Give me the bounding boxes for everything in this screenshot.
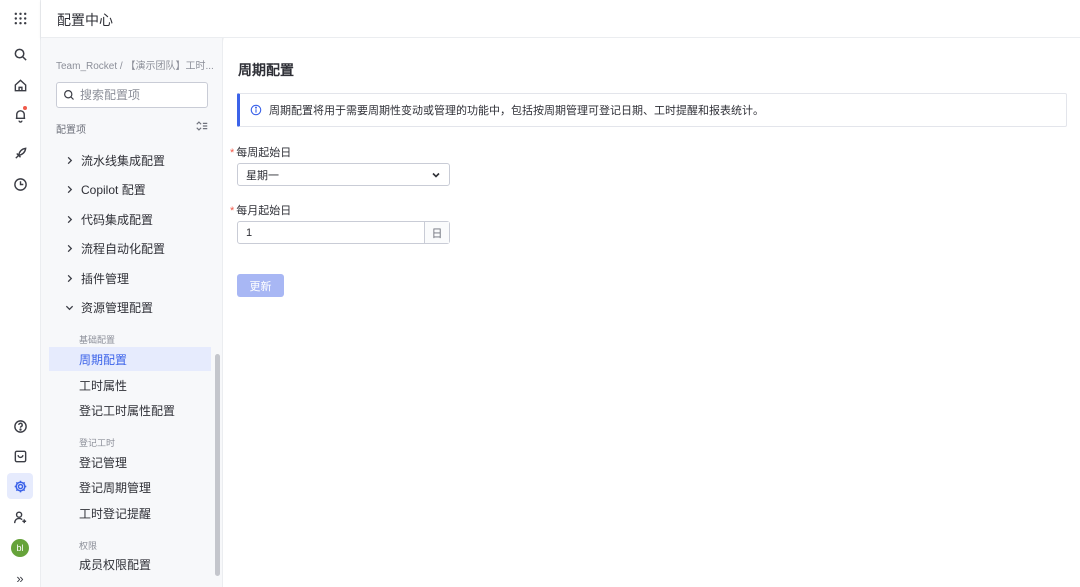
add-user-icon[interactable]: [7, 504, 33, 530]
sort-icon[interactable]: [195, 119, 209, 133]
chevron-right-icon: [65, 155, 75, 165]
app-title: 配置中心: [57, 12, 113, 28]
section-label: 配置项: [56, 125, 86, 136]
update-button[interactable]: 更新: [237, 274, 284, 297]
config-sidebar: Team_Rocket / 【演示团队】工时... 配置项 流水线集成配置 Co…: [41, 38, 223, 587]
sidebar-subitem-hour-attribute-config[interactable]: 登记工时属性配置: [49, 398, 211, 422]
sidebar-item-pipeline[interactable]: 流水线集成配置: [49, 147, 211, 173]
search-input[interactable]: [80, 88, 200, 102]
search-icon: [64, 90, 74, 100]
chevron-down-icon: [432, 172, 440, 178]
search-icon[interactable]: [7, 41, 33, 67]
help-icon[interactable]: [7, 413, 33, 439]
info-icon: [250, 104, 262, 116]
group-label-basic: 基础配置: [79, 335, 116, 345]
chevron-right-icon: [65, 273, 75, 283]
top-header: 配置中心: [41, 0, 1080, 38]
chevron-right-icon: [65, 214, 75, 224]
month-start-label: * 每月起始日: [230, 202, 291, 218]
week-start-label: * 每周起始日: [230, 144, 291, 160]
week-start-label-text: 每周起始日: [236, 147, 292, 159]
week-start-value: 星期一: [246, 169, 279, 182]
sidebar-item-label: 插件管理: [81, 271, 130, 286]
notification-dot: [23, 106, 27, 110]
sidebar-subitem-cycle[interactable]: 周期配置: [49, 347, 211, 371]
avatar-initials: bl: [11, 539, 29, 557]
sidebar-item-resources[interactable]: 资源管理配置: [49, 294, 211, 320]
page-title: 周期配置: [238, 62, 294, 78]
sidebar-item-label: 流水线集成配置: [81, 153, 166, 168]
group-label-permissions: 权限: [79, 541, 98, 551]
sidebar-subitem-register-cycle[interactable]: 登记周期管理: [49, 475, 211, 499]
expand-rail-icon[interactable]: »: [7, 565, 33, 587]
sidebar-item-plugins[interactable]: 插件管理: [49, 265, 211, 291]
clock-icon[interactable]: [7, 171, 33, 197]
sidebar-item-label: Copilot 配置: [81, 182, 146, 197]
sidebar-item-label: 代码集成配置: [81, 212, 154, 227]
month-start-value[interactable]: 1: [238, 222, 424, 243]
sidebar-subitem-register-reminder[interactable]: 工时登记提醒: [49, 501, 211, 525]
chevron-down-icon: [65, 302, 75, 312]
required-mark: *: [230, 205, 235, 217]
month-start-unit: 日: [424, 222, 449, 243]
search-box[interactable]: [56, 82, 208, 108]
info-banner: 周期配置将用于需要周期性变动或管理的功能中，包括按周期管理可登记日期、工时提醒和…: [237, 93, 1067, 127]
settings-icon[interactable]: [7, 473, 33, 499]
sidebar-subitem-register-manage[interactable]: 登记管理: [49, 450, 211, 474]
home-icon[interactable]: [7, 72, 33, 98]
icon-rail: bl »: [0, 0, 41, 587]
sidebar-item-label: 流程自动化配置: [81, 241, 166, 256]
week-start-select[interactable]: 星期一: [237, 163, 450, 186]
grid-icon[interactable]: [7, 5, 33, 31]
required-mark: *: [230, 147, 235, 159]
sidebar-item-automation[interactable]: 流程自动化配置: [49, 235, 211, 261]
user-avatar[interactable]: bl: [7, 535, 33, 561]
sidebar-subitem-hour-attributes[interactable]: 工时属性: [49, 373, 211, 397]
sidebar-item-label: 资源管理配置: [81, 300, 154, 315]
sidebar-item-copilot[interactable]: Copilot 配置: [49, 176, 211, 202]
group-label-register: 登记工时: [79, 438, 116, 448]
month-start-input[interactable]: 1 日: [237, 221, 450, 244]
info-text: 周期配置将用于需要周期性变动或管理的功能中，包括按周期管理可登记日期、工时提醒和…: [269, 105, 764, 117]
breadcrumb[interactable]: Team_Rocket / 【演示团队】工时...: [56, 57, 214, 72]
month-start-label-text: 每月起始日: [236, 205, 292, 217]
main-content: 周期配置 周期配置将用于需要周期性变动或管理的功能中，包括按周期管理可登记日期、…: [224, 38, 1080, 587]
chevron-right-icon: [65, 243, 75, 253]
sidebar-scrollbar[interactable]: [215, 354, 220, 576]
rocket-icon[interactable]: [7, 140, 33, 166]
chevron-right-icon: [65, 184, 75, 194]
box-icon[interactable]: [7, 443, 33, 469]
bell-icon[interactable]: [7, 102, 33, 128]
sidebar-subitem-member-permissions[interactable]: 成员权限配置: [49, 552, 211, 576]
sidebar-item-code[interactable]: 代码集成配置: [49, 206, 211, 232]
